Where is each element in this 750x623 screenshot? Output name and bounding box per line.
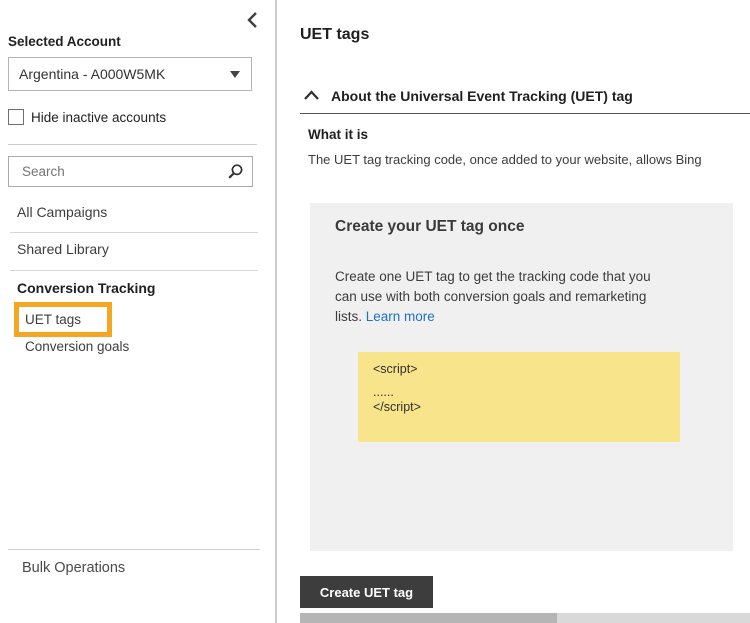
selected-account-label: Selected Account xyxy=(8,34,121,49)
what-it-is-text: The UET tag tracking code, once added to… xyxy=(308,152,702,167)
horizontal-scrollbar-thumb[interactable] xyxy=(300,613,557,623)
page-title: UET tags xyxy=(300,26,370,43)
sidebar-divider xyxy=(10,232,258,233)
chevron-left-icon xyxy=(246,11,264,29)
what-it-is-heading: What it is xyxy=(308,127,368,142)
account-dropdown-value: Argentina - A000W5MK xyxy=(19,66,166,82)
horizontal-scrollbar[interactable] xyxy=(300,613,750,623)
uet-code-snippet-box: <script> ...... </script> xyxy=(358,352,680,442)
sidebar-item-conversion-tracking[interactable]: Conversion Tracking xyxy=(17,280,155,296)
code-line: ...... xyxy=(373,385,394,399)
search-icon[interactable] xyxy=(226,163,244,181)
caret-down-icon xyxy=(230,71,240,78)
account-dropdown[interactable]: Argentina - A000W5MK xyxy=(8,57,252,91)
sidebar-divider xyxy=(8,144,257,145)
card-title: Create your UET tag once xyxy=(335,218,525,235)
sidebar-item-conversion-goals[interactable]: Conversion goals xyxy=(25,339,129,354)
uet-tags-highlight-annotation: UET tags xyxy=(14,302,112,337)
section-divider xyxy=(300,113,750,114)
sidebar-item-shared-library[interactable]: Shared Library xyxy=(17,241,109,257)
sidebar-divider xyxy=(8,549,260,550)
sidebar-main-divider xyxy=(275,0,277,623)
chevron-up-icon xyxy=(303,90,320,101)
sidebar-item-bulk-operations[interactable]: Bulk Operations xyxy=(22,560,125,576)
sidebar-item-uet-tags[interactable]: UET tags xyxy=(25,312,81,327)
sidebar-search xyxy=(8,156,253,187)
sidebar-divider xyxy=(10,270,258,271)
hide-inactive-checkbox[interactable] xyxy=(8,109,24,125)
sidebar-item-all-campaigns[interactable]: All Campaigns xyxy=(17,204,107,220)
learn-more-link[interactable]: Learn more xyxy=(366,309,435,324)
hide-inactive-label: Hide inactive accounts xyxy=(31,110,167,125)
code-line: <script> xyxy=(373,362,418,376)
card-body-text: Create one UET tag to get the tracking c… xyxy=(335,267,673,327)
about-section-title[interactable]: About the Universal Event Tracking (UET)… xyxy=(331,88,633,104)
sidebar-collapse-button[interactable] xyxy=(246,11,264,31)
search-input[interactable] xyxy=(20,157,219,186)
create-uet-info-card: Create your UET tag once Create one UET … xyxy=(310,203,733,551)
code-line: </script> xyxy=(373,400,421,414)
section-collapse-button[interactable] xyxy=(303,90,320,101)
create-uet-tag-button[interactable]: Create UET tag xyxy=(300,576,433,608)
